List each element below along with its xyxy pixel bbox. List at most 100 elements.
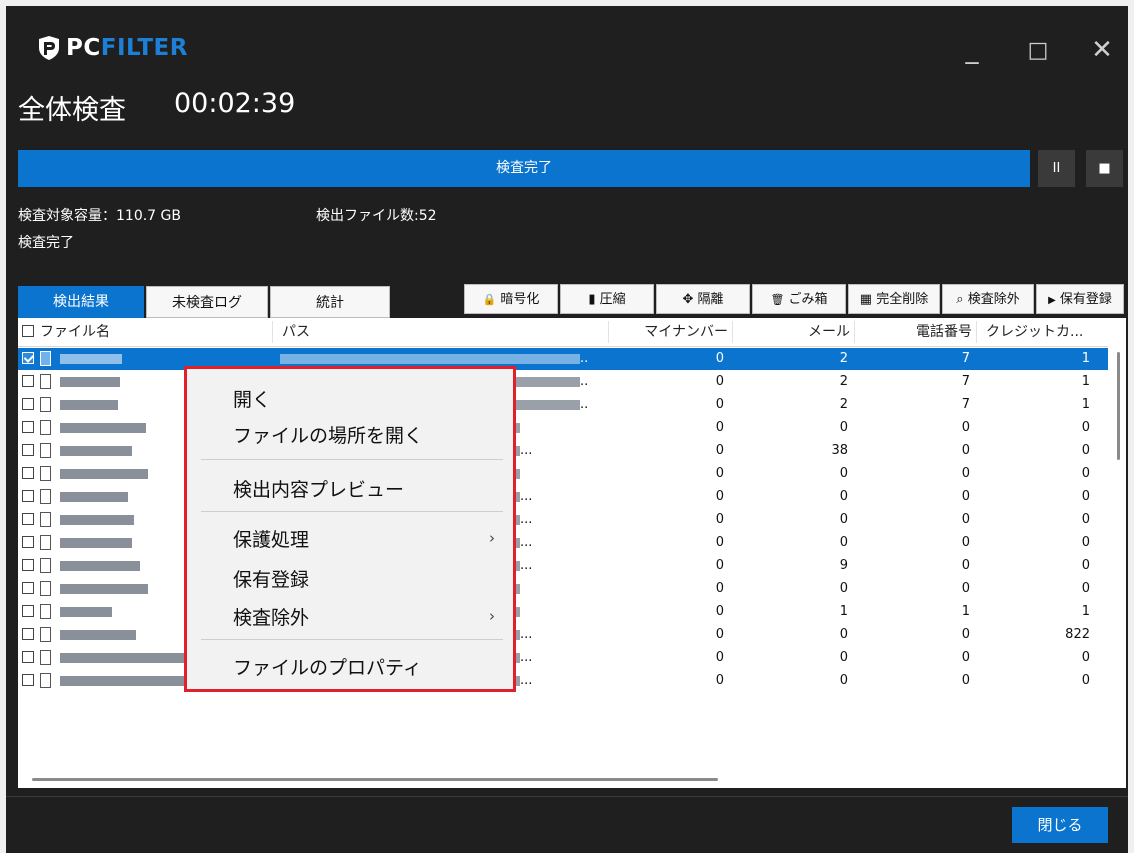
file-icon	[40, 397, 51, 412]
minimize-button[interactable]: _	[952, 30, 992, 70]
select-all-checkbox[interactable]	[22, 325, 34, 337]
trash-button[interactable]: 🗑 ごみ箱	[752, 284, 846, 314]
row-checkbox[interactable]	[22, 444, 34, 456]
stop-button[interactable]: ■	[1086, 150, 1123, 187]
col-credit[interactable]: クレジットカ...	[986, 318, 1098, 346]
row-checkbox[interactable]	[22, 628, 34, 640]
row-checkbox[interactable]	[22, 559, 34, 571]
table-row[interactable]: ... 0 0 0 0	[18, 532, 1108, 554]
close-button[interactable]: 閉じる	[1012, 807, 1108, 843]
row-phone: 0	[961, 535, 970, 550]
table-row[interactable]: 0 0 0 0	[18, 417, 1108, 439]
row-mail: 0	[839, 650, 848, 665]
row-mynumber: 0	[715, 420, 724, 435]
row-checkbox[interactable]	[22, 513, 34, 525]
row-checkbox[interactable]	[22, 582, 34, 594]
tab-unscanned-log[interactable]: 未検査ログ	[146, 286, 268, 318]
maximize-button[interactable]: □	[1018, 30, 1058, 70]
compress-button[interactable]: ▮ 圧縮	[560, 284, 654, 314]
row-checkbox[interactable]	[22, 651, 34, 663]
row-phone: 0	[961, 512, 970, 527]
row-phone: 0	[961, 443, 970, 458]
row-checkbox[interactable]	[22, 490, 34, 502]
menu-properties[interactable]: ファイルのプロパティ	[233, 653, 422, 680]
archive-icon: ▮	[588, 292, 596, 307]
horizontal-scrollbar[interactable]	[18, 770, 1108, 788]
row-mynumber: 0	[715, 558, 724, 573]
row-checkbox[interactable]	[22, 536, 34, 548]
row-checkbox[interactable]	[22, 352, 34, 364]
row-credit: 0	[1081, 581, 1090, 596]
row-checkbox[interactable]	[22, 375, 34, 387]
row-mail: 0	[839, 512, 848, 527]
row-mynumber: 0	[715, 512, 724, 527]
row-mail: 0	[839, 673, 848, 688]
row-mynumber: 0	[715, 627, 724, 642]
table-row[interactable]: ... 0 9 0 0	[18, 555, 1108, 577]
app-window: PCFILTER _ □ ✕ 全体検査 00:02:39 検査完了 II ■ 検…	[6, 6, 1128, 853]
row-checkbox[interactable]	[22, 421, 34, 433]
row-path-ellipsis: ...	[520, 535, 533, 550]
menu-register[interactable]: 保有登録	[233, 565, 309, 592]
isolate-button[interactable]: ✥ 隔離	[656, 284, 750, 314]
col-mynumber[interactable]: マイナンバー	[614, 318, 728, 346]
row-mail: 2	[839, 351, 848, 366]
tab-results[interactable]: 検出結果	[18, 286, 144, 318]
tab-statistics[interactable]: 統計	[270, 286, 390, 318]
menu-exclude[interactable]: 検査除外	[233, 603, 309, 630]
row-path-ellipsis: ...	[520, 489, 533, 504]
table-row[interactable]: 0 1 1 1	[18, 601, 1108, 623]
register-button[interactable]: ▶ 保有登録	[1036, 284, 1124, 314]
row-checkbox[interactable]	[22, 398, 34, 410]
file-icon	[40, 604, 51, 619]
row-phone: 0	[961, 466, 970, 481]
row-credit: 0	[1081, 466, 1090, 481]
file-icon	[40, 650, 51, 665]
table-row[interactable]: .. 0 2 7 1	[18, 348, 1108, 370]
row-mail: 2	[839, 374, 848, 389]
col-phone[interactable]: 電話番号	[860, 318, 972, 346]
trash-icon: 🗑	[770, 293, 785, 306]
row-credit: 0	[1081, 489, 1090, 504]
row-mail: 38	[831, 443, 848, 458]
isolate-label: 隔離	[697, 292, 724, 307]
full-delete-label: 完全削除	[876, 292, 929, 307]
table-row[interactable]: ... 0 38 0 0	[18, 440, 1108, 462]
menu-open[interactable]: 開く	[233, 385, 271, 412]
table-row[interactable]: ... 0 0 0 0	[18, 486, 1108, 508]
col-mail[interactable]: メール	[738, 318, 850, 346]
row-path-ellipsis: ..	[580, 397, 589, 412]
table-row[interactable]: ... 0 0 0 0	[18, 647, 1108, 669]
table-row[interactable]: 0 0 0 0	[18, 578, 1108, 600]
row-mynumber: 0	[715, 489, 724, 504]
table-row[interactable]: .. 0 2 7 1	[18, 394, 1108, 416]
close-window-button[interactable]: ✕	[1082, 30, 1122, 70]
row-mail: 0	[839, 535, 848, 550]
col-filename[interactable]: ファイル名	[40, 318, 260, 346]
table-row[interactable]: ... 0 0 0 0	[18, 509, 1108, 531]
row-checkbox[interactable]	[22, 605, 34, 617]
table-row[interactable]: ... 0 0 0 822	[18, 624, 1108, 646]
encrypt-button[interactable]: 🔒 暗号化	[464, 284, 558, 314]
table-row[interactable]: .. 0 2 7 1	[18, 371, 1108, 393]
vertical-scroll-thumb[interactable]	[1117, 352, 1120, 460]
vertical-scrollbar[interactable]	[1112, 348, 1126, 788]
exclude-button[interactable]: ⌕ 検査除外	[942, 284, 1034, 314]
row-phone: 0	[961, 581, 970, 596]
row-checkbox[interactable]	[22, 674, 34, 686]
col-path[interactable]: パス	[282, 318, 602, 346]
menu-preview[interactable]: 検出内容プレビュー	[233, 475, 404, 502]
row-path-ellipsis: ...	[520, 650, 533, 665]
file-icon	[40, 466, 51, 481]
pause-button[interactable]: II	[1038, 150, 1075, 187]
table-row[interactable]: 0 0 0 0	[18, 463, 1108, 485]
full-delete-button[interactable]: ▦ 完全削除	[848, 284, 940, 314]
row-mail: 9	[839, 558, 848, 573]
menu-protect[interactable]: 保護処理	[233, 525, 309, 552]
table-row[interactable]: ... 0 0 0 0	[18, 670, 1108, 692]
logo-text-filter: FILTER	[100, 35, 188, 61]
menu-open-location[interactable]: ファイルの場所を開く	[233, 421, 423, 448]
horizontal-scroll-thumb[interactable]	[32, 778, 718, 781]
table-header: ファイル名 パス マイナンバー メール 電話番号 クレジットカ...	[18, 318, 1108, 347]
row-checkbox[interactable]	[22, 467, 34, 479]
